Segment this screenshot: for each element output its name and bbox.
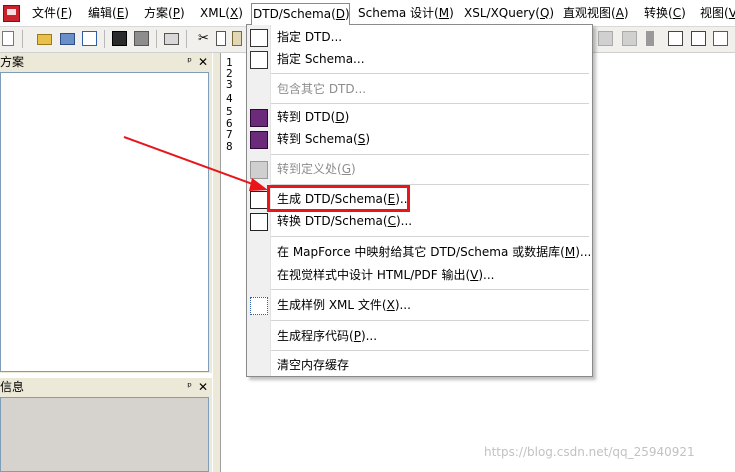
close-icon[interactable]: ✕: [198, 378, 208, 396]
line-number: 3: [226, 78, 233, 91]
go-to-dtd-icon: [250, 109, 268, 127]
pane-splitter[interactable]: [213, 53, 220, 472]
paste-icon[interactable]: [232, 31, 242, 46]
toolbar-separator: [156, 30, 157, 48]
toolbar-overflow-icon[interactable]: [646, 31, 654, 46]
menu-separator: [271, 236, 589, 237]
new-file-icon[interactable]: [2, 31, 14, 46]
menu-clear-memory-cache[interactable]: 清空内存缓存: [277, 355, 349, 375]
project-pane-header: 方案 ᵖ ✕: [0, 53, 212, 71]
menu-edit[interactable]: 编辑(E): [87, 4, 130, 23]
menu-separator: [271, 154, 589, 155]
close-icon[interactable]: ✕: [198, 53, 208, 71]
save-all-icon[interactable]: [134, 31, 149, 46]
project-tree[interactable]: [0, 72, 209, 372]
menu-separator: [271, 73, 589, 74]
wsdl-icon[interactable]: [668, 31, 683, 46]
line-number: 8: [226, 140, 233, 153]
schema-doc-icon[interactable]: [691, 31, 706, 46]
menu-assign-dtd[interactable]: 指定 DTD...: [277, 27, 342, 47]
menu-separator: [271, 350, 589, 351]
cut-icon[interactable]: ✂: [196, 31, 211, 46]
menu-assign-schema[interactable]: 指定 Schema...: [277, 49, 365, 69]
menu-xml[interactable]: XML(X): [199, 4, 244, 23]
save-icon[interactable]: [112, 31, 127, 46]
copy-icon[interactable]: [216, 31, 226, 46]
highlight-annotation-box: [267, 185, 410, 212]
menu-bar: 文件(F) 编辑(E) 方案(P) XML(X) DTD/Schema(D) S…: [0, 0, 735, 27]
menu-generate-program-code[interactable]: 生成程序代码(P)...: [277, 326, 377, 346]
info-pane: 信息 ᵖ ✕: [0, 378, 212, 472]
toolbar-disabled-icon: [622, 31, 637, 46]
menu-visual-view[interactable]: 直观视图(A): [562, 4, 630, 23]
reload-icon[interactable]: [82, 31, 97, 46]
menu-design-html-pdf-output[interactable]: 在视觉样式中设计 HTML/PDF 输出(V)...: [277, 265, 494, 285]
menu-separator: [271, 103, 589, 104]
menu-go-to-schema[interactable]: 转到 Schema(S): [277, 129, 370, 149]
info-pane-title: 信息: [0, 380, 25, 394]
generate-dtd-schema-icon: [250, 191, 268, 209]
menu-file[interactable]: 文件(F): [31, 4, 73, 23]
line-number: 4: [226, 92, 233, 105]
menu-convert[interactable]: 转换(C): [643, 4, 687, 23]
menu-generate-sample-xml[interactable]: 生成样例 XML 文件(X)...: [277, 295, 411, 315]
pin-icon[interactable]: ᵖ: [187, 378, 192, 396]
menu-go-to-definition: 转到定义处(G): [277, 162, 356, 176]
menu-include-dtd: 包含其它 DTD...: [277, 82, 367, 96]
assign-schema-icon: [250, 51, 268, 69]
toolbar-separator: [104, 30, 105, 48]
menu-view[interactable]: 视图(V): [699, 4, 735, 23]
go-to-definition-icon: [250, 161, 268, 179]
toolbar-disabled-icon: [598, 31, 613, 46]
toolbar-separator: [186, 30, 187, 48]
xbrl-icon[interactable]: [713, 31, 728, 46]
go-to-schema-icon: [250, 131, 268, 149]
info-content: [0, 397, 209, 472]
print-icon[interactable]: [164, 33, 179, 45]
watermark: https://blog.csdn.net/qq_25940921: [484, 445, 695, 459]
project-pane-title: 方案: [0, 55, 25, 69]
menu-separator: [271, 320, 589, 321]
menu-xsl-xquery[interactable]: XSL/XQuery(Q): [463, 4, 555, 23]
app-logo-icon[interactable]: [3, 5, 20, 22]
menu-map-in-mapforce[interactable]: 在 MapForce 中映射给其它 DTD/Schema 或数据库(M)...: [277, 242, 591, 262]
generate-sample-xml-icon: [250, 297, 268, 315]
menu-project[interactable]: 方案(P): [143, 4, 186, 23]
menu-dtd-schema[interactable]: DTD/Schema(D): [251, 3, 350, 25]
menu-go-to-dtd[interactable]: 转到 DTD(D): [277, 107, 349, 127]
menu-convert-dtd-schema[interactable]: 转换 DTD/Schema(C)...: [277, 211, 412, 231]
convert-dtd-schema-icon: [250, 213, 268, 231]
open-folder-icon[interactable]: [37, 34, 52, 45]
menu-schema-design[interactable]: Schema 设计(M): [357, 4, 455, 23]
pin-icon[interactable]: ᵖ: [187, 53, 192, 71]
project-pane: 方案 ᵖ ✕: [0, 53, 212, 373]
assign-dtd-icon: [250, 29, 268, 47]
open-url-icon[interactable]: [60, 33, 75, 45]
toolbar-separator: [22, 30, 23, 48]
info-pane-header: 信息 ᵖ ✕: [0, 378, 212, 396]
menu-separator: [271, 289, 589, 290]
